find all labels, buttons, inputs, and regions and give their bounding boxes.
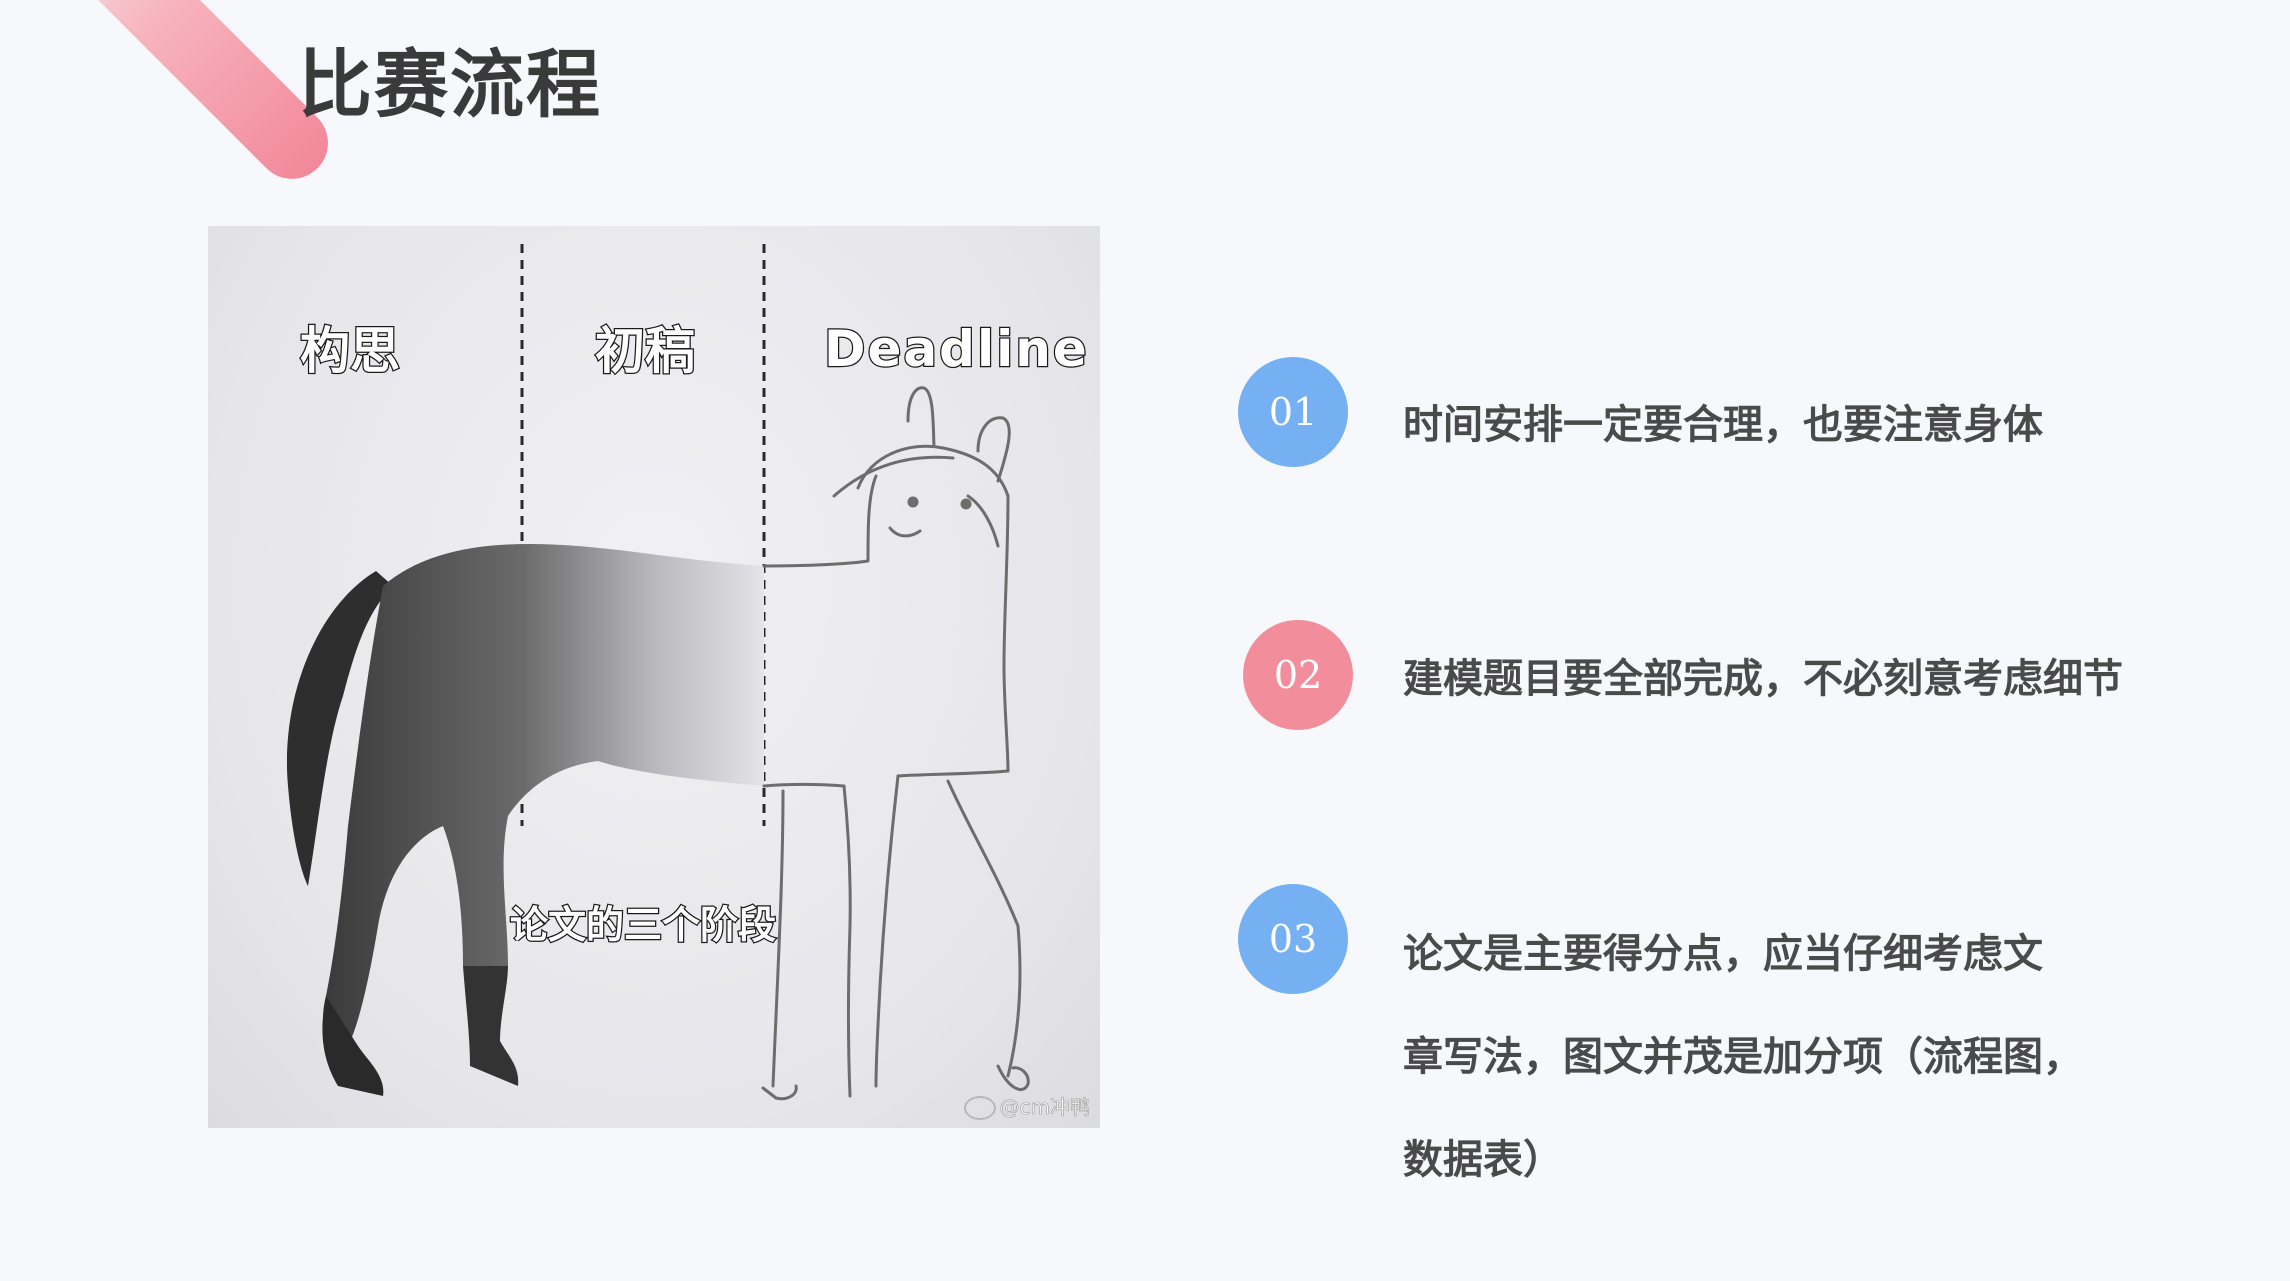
step-text-02: 建模题目要全部完成，不必刻意考虑细节 [1403,655,2123,702]
horse-body-shaded [323,544,764,1046]
weibo-icon [963,1096,996,1120]
step-text-01: 时间安排一定要合理，也要注意身体 [1403,401,2043,448]
stage-label-concept: 构思 [299,322,402,380]
step-text-03-line-1: 论文是主要得分点，应当仔细考虑文 [1403,930,2043,977]
page-title: 比赛流程 [298,42,602,128]
rear-hoof-right [463,966,519,1086]
image-watermark: @cm冲鸭 [963,1091,1090,1120]
step-text-03-line-3: 数据表） [1403,1136,1563,1183]
stage-label-deadline: Deadline [823,320,1089,378]
step-badge-02: 02 [1243,620,1353,730]
step-badge-03: 03 [1238,884,1348,994]
meme-image: 构思 初稿 Deadline 论文的三个阶段 @cm冲鸭 [208,226,1100,1128]
step-text-03-line-2: 章写法，图文并茂是加分项（流程图， [1403,1033,2083,1080]
stage-label-draft: 初稿 [594,322,697,380]
step-badge-01: 01 [1238,357,1348,467]
watermark-text: @cm冲鸭 [999,1094,1090,1119]
horse-sketch [761,386,1030,1101]
meme-caption: 论文的三个阶段 [509,903,778,947]
decorative-stripe [9,0,343,194]
